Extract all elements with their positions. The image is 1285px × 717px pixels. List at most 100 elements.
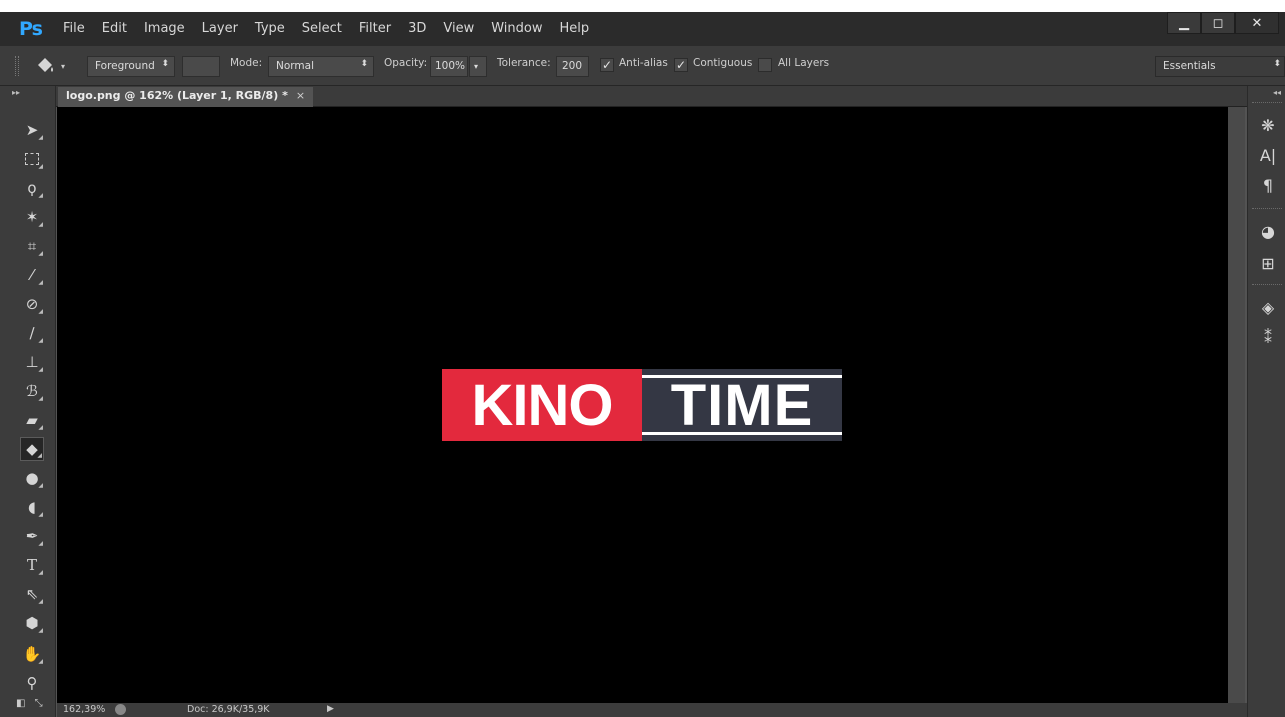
anti-alias-label: Anti-alias [619,57,668,69]
paint-bucket-tool[interactable]: ◆ ◢ [20,437,44,461]
swatches-panel-icon[interactable]: ⊞ [1256,252,1280,274]
paragraph-panel-icon[interactable]: ¶ [1256,174,1280,196]
logo-kino-block: KINO [442,369,642,441]
menu-filter[interactable]: Filter [359,21,391,36]
minimize-icon: ▁ [1179,15,1189,31]
opacity-label: Opacity: [384,57,428,69]
dodge-icon: ◖ [28,498,36,516]
shape-tool[interactable]: ⬢ ◢ [20,611,44,635]
status-info-icon[interactable] [115,704,126,715]
magic-wand-tool[interactable]: ✶ ◢ [20,205,44,229]
collapse-icon[interactable]: ◂◂ [1273,88,1281,97]
default-colors-icon: ◧ [16,698,26,709]
hand-tool[interactable]: ✋ ◢ [20,642,44,666]
tab-close-icon[interactable]: × [296,89,305,102]
tool-preset-picker[interactable]: ▾ [34,54,74,78]
minimize-button[interactable]: ▁ [1167,12,1201,34]
spinner-icon: ⬍ [1273,59,1281,69]
color-panel-icon[interactable]: ◕ [1256,220,1280,242]
chevron-down-icon: ▾ [474,62,479,71]
menu-help[interactable]: Help [560,21,590,36]
spot-healing-tool[interactable]: ⊘ ◢ [20,292,44,316]
arrow-pointer-icon: ⇖ [25,585,39,603]
menu-window[interactable]: Window [491,21,542,36]
tolerance-label: Tolerance: [497,57,551,69]
menu-bar: Ps File Edit Image Layer Type Select Fil… [0,0,1285,46]
history-panel-icon[interactable]: ⁑ [1256,326,1280,348]
menu-type[interactable]: Type [255,21,285,36]
history-brush-tool[interactable]: ℬ ◢ [20,379,44,403]
menu-image[interactable]: Image [144,21,185,36]
dock-separator [1252,284,1282,285]
chevron-down-icon: ▾ [61,61,66,71]
menu-select[interactable]: Select [302,21,342,36]
dock-separator [1252,102,1282,103]
all-layers-checkbox[interactable] [758,58,772,72]
type-icon: T [26,556,37,574]
document-tab-title: logo.png @ 162% (Layer 1, RGB/8) * [66,89,288,102]
main-menu: File Edit Image Layer Type Select Filter… [63,21,606,36]
marquee-tool[interactable]: ◢ [20,147,44,171]
menu-edit[interactable]: Edit [102,21,127,36]
workspace-select[interactable]: Essentials ⬍ [1155,56,1285,77]
lasso-tool[interactable]: ϙ ◢ [20,176,44,200]
menu-3d[interactable]: 3D [408,21,426,36]
vertical-scrollbar[interactable] [1228,107,1245,703]
tolerance-field[interactable]: 200 [556,56,589,77]
clone-stamp-tool[interactable]: ⊥ ◢ [20,350,44,374]
menu-view[interactable]: View [443,21,474,36]
tolerance-value: 200 [562,60,583,72]
character-panel-icon[interactable]: A| [1256,144,1280,166]
fill-source-select[interactable]: Foreground ⬍ [87,56,175,77]
blur-tool[interactable]: ● ◢ [20,466,44,490]
opacity-dropdown[interactable]: ▾ [469,56,487,77]
eraser-icon: ▰ [26,411,38,429]
zoom-tool[interactable]: ⚲ [20,671,44,695]
contiguous-label: Contiguous [693,57,753,69]
status-menu-arrow-icon[interactable]: ▶ [327,704,334,714]
document-canvas[interactable]: KINO TIME [57,107,1228,703]
pen-tool[interactable]: ✒ ◢ [20,524,44,548]
layers-panel-icon[interactable]: ◈ [1256,296,1280,318]
document-tab[interactable]: logo.png @ 162% (Layer 1, RGB/8) * × [58,87,314,107]
pen-icon: ✒ [25,527,39,545]
magic-wand-icon: ✶ [25,208,39,226]
restore-button[interactable]: ◻ [1201,12,1235,34]
lasso-icon: ϙ [27,179,37,197]
eyedropper-tool[interactable]: ⁄ ◢ [20,263,44,287]
spinner-icon: ⬍ [161,59,169,69]
pattern-picker[interactable] [182,56,220,77]
mode-label: Mode: [230,57,263,69]
collapse-icon[interactable]: ▸▸ [12,88,20,97]
type-tool[interactable]: T ◢ [20,553,44,577]
eraser-tool[interactable]: ▰ ◢ [20,408,44,432]
options-bar-grip[interactable] [15,56,19,76]
photoshop-logo: Ps [19,18,43,40]
menu-layer[interactable]: Layer [202,21,238,36]
contiguous-checkbox[interactable]: ✓ [674,58,688,72]
menu-file[interactable]: File [63,21,85,36]
drop-icon: ● [25,469,39,487]
path-selection-tool[interactable]: ⇖ ◢ [20,582,44,606]
eyedropper-icon: ⁄ [30,266,34,284]
close-icon: ✕ [1251,15,1263,31]
document-tab-strip: logo.png @ 162% (Layer 1, RGB/8) * × [0,86,1285,107]
mode-value: Normal [276,60,314,72]
dock-separator [1252,208,1282,209]
checkmark-icon: ✓ [601,58,613,72]
opacity-field[interactable]: 100% [430,56,468,77]
close-button[interactable]: ✕ [1235,12,1279,34]
crop-icon: ⌗ [27,237,37,255]
dodge-tool[interactable]: ◖ ◢ [20,495,44,519]
zoom-level[interactable]: 162,39% [63,704,105,715]
brush-tool[interactable]: ∕ ◢ [20,321,44,345]
fill-source-value: Foreground [95,60,155,72]
move-tool[interactable]: ➤ ◢ [20,118,44,142]
paint-bucket-icon [38,58,53,72]
bandage-icon: ⊘ [25,295,39,313]
crop-tool[interactable]: ⌗ ◢ [20,234,44,258]
color-swatches[interactable]: ◧ ⤡ [16,698,48,712]
anti-alias-checkbox[interactable]: ✓ [600,58,614,72]
brush-presets-icon[interactable]: ❋ [1256,114,1280,136]
mode-select[interactable]: Normal ⬍ [268,56,374,77]
